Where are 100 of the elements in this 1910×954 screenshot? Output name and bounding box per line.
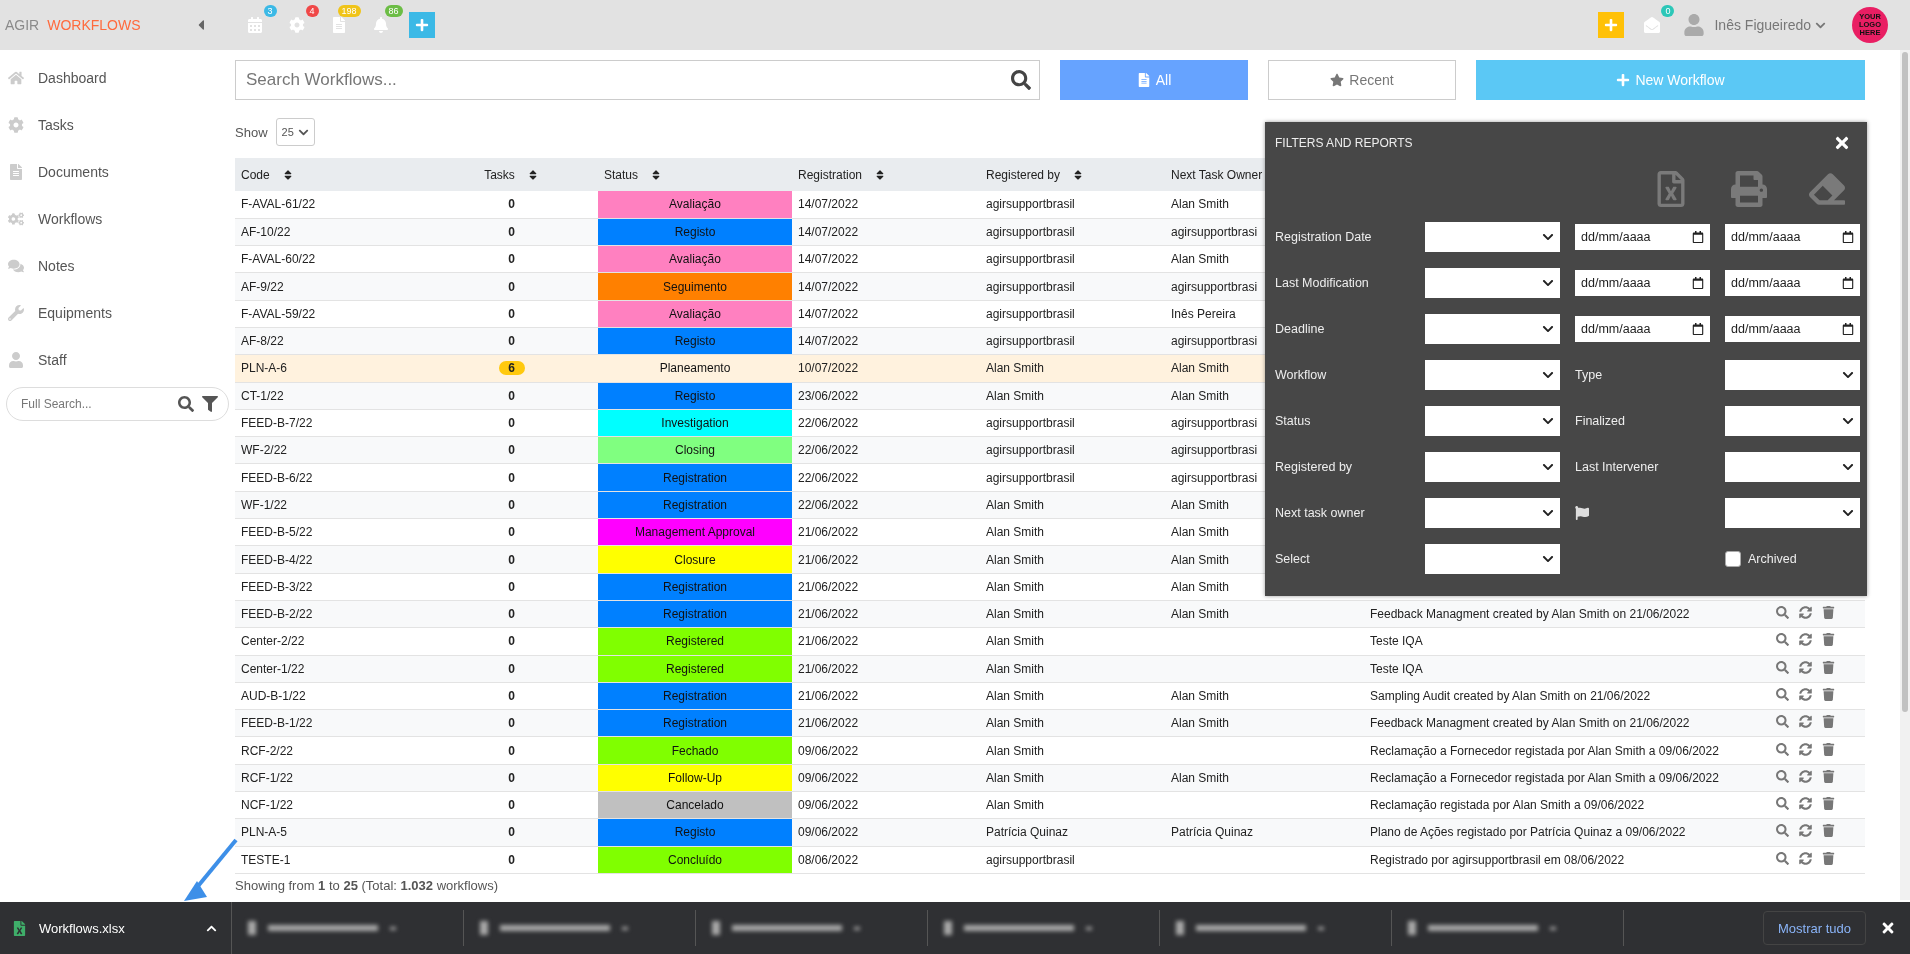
trash-icon[interactable]	[1822, 797, 1835, 811]
close-icon[interactable]	[1833, 134, 1851, 152]
download-file[interactable]: Workflows.xlsx	[39, 920, 194, 936]
page-size-select[interactable]: 25	[275, 118, 315, 146]
full-search-field[interactable]: Full Search...	[19, 396, 170, 412]
refresh-icon[interactable]	[1799, 824, 1812, 838]
select-field[interactable]	[1725, 497, 1860, 528]
column-header[interactable]: Next Task Owner	[1165, 158, 1265, 191]
trash-icon[interactable]	[1822, 715, 1835, 729]
select-field[interactable]	[1725, 359, 1860, 390]
speech-bubbles-icon	[8, 257, 24, 274]
trash-icon[interactable]	[1822, 606, 1835, 620]
task-count: 0	[507, 552, 516, 567]
refresh-icon[interactable]	[1799, 688, 1812, 701]
filter-label: Next task owner	[1275, 505, 1365, 520]
sidebar-item[interactable]: Workflows	[6, 195, 229, 242]
select-field[interactable]	[1425, 497, 1560, 528]
select-field[interactable]	[1425, 405, 1560, 436]
column-header[interactable]: Tasks	[425, 158, 598, 191]
status-cell: Fechado	[598, 736, 792, 765]
table-cell: F-AVAL-61/22	[235, 191, 425, 219]
search-bar[interactable]: Search Workflows...	[235, 60, 1040, 100]
view-tab[interactable]: Recent	[1268, 60, 1456, 100]
show-all-button[interactable]: Mostrar tudo	[1763, 911, 1866, 945]
table-cell: agirsupportbrasi	[1165, 436, 1265, 464]
user-name[interactable]: Inês Figueiredo	[1714, 17, 1811, 33]
select-field[interactable]	[1425, 451, 1560, 482]
table-cell: Reclamação a Fornecedor registada por Alan Smith a 09/06/2022	[1265, 736, 1770, 765]
refresh-icon[interactable]	[1799, 660, 1812, 674]
refresh-icon[interactable]	[1799, 715, 1812, 729]
trash-icon[interactable]	[1822, 633, 1835, 647]
status-cell: Registo	[598, 382, 792, 410]
table-cell: Center-2/22	[235, 627, 425, 656]
table-cell: 14/07/2022	[792, 272, 980, 301]
search-icon[interactable]	[1776, 824, 1789, 838]
search-icon[interactable]	[1776, 742, 1789, 756]
task-count: 0	[507, 525, 516, 540]
refresh-icon[interactable]	[1799, 851, 1812, 865]
search-icon[interactable]	[1776, 797, 1789, 811]
date-picker[interactable]: dd/mm/aaaa	[1725, 315, 1860, 342]
trash-icon[interactable]	[1822, 769, 1835, 783]
select-field[interactable]	[1725, 451, 1860, 482]
date-picker[interactable]: dd/mm/aaaa	[1575, 269, 1710, 296]
column-header[interactable]: Status	[598, 158, 792, 191]
table-cell: Feedback Managment created by Alan Smith on 21/06/2022	[1265, 709, 1770, 737]
select-field[interactable]	[1425, 313, 1560, 344]
refresh-icon[interactable]	[1799, 606, 1812, 620]
search-icon[interactable]	[1776, 715, 1789, 729]
printer-icon[interactable]	[1731, 171, 1767, 207]
search-icon[interactable]	[1776, 851, 1789, 865]
date-picker[interactable]: dd/mm/aaaa	[1575, 315, 1710, 342]
table-cell: Alan Smith	[1165, 491, 1265, 519]
task-count: 0	[507, 743, 516, 758]
refresh-icon[interactable]	[1799, 769, 1812, 783]
calendar-icon	[1842, 230, 1854, 243]
trash-icon[interactable]	[1822, 688, 1835, 701]
sidebar-item[interactable]: Dashboard	[6, 54, 229, 101]
select-field[interactable]	[1425, 267, 1560, 298]
column-header[interactable]: Registration	[792, 158, 980, 191]
column-header[interactable]: Registered by	[980, 158, 1165, 191]
trash-icon[interactable]	[1822, 851, 1835, 865]
trash-icon[interactable]	[1822, 742, 1835, 756]
trash-icon[interactable]	[1822, 824, 1835, 838]
date-picker[interactable]: dd/mm/aaaa	[1725, 223, 1860, 250]
sidebar-item[interactable]: Equipments	[6, 289, 229, 336]
search-icon[interactable]	[1776, 769, 1789, 783]
status-cell: Planeamento	[598, 354, 792, 383]
task-count: 0	[507, 388, 516, 403]
select-field[interactable]	[1725, 405, 1860, 436]
search-icon[interactable]	[1776, 688, 1789, 701]
search-icon[interactable]	[1776, 633, 1789, 647]
sidebar-item[interactable]: Documents	[6, 148, 229, 195]
refresh-icon[interactable]	[1799, 797, 1812, 811]
add-button[interactable]	[408, 12, 435, 38]
table-cell: 10/07/2022	[792, 354, 980, 383]
column-header[interactable]: Code	[235, 158, 425, 191]
table-cell: WF-2/22	[235, 436, 425, 464]
refresh-icon[interactable]	[1799, 742, 1812, 756]
table-cell: Sampling Audit created by Alan Smith on 21/06/2022	[1265, 682, 1770, 710]
date-picker[interactable]: dd/mm/aaaa	[1575, 223, 1710, 250]
archived-checkbox[interactable]: Archived	[1725, 550, 1860, 567]
sidebar-item[interactable]: Tasks	[6, 101, 229, 148]
select-field[interactable]	[1425, 359, 1560, 390]
date-picker[interactable]: dd/mm/aaaa	[1725, 269, 1860, 296]
search-icon[interactable]	[1776, 606, 1789, 620]
refresh-icon[interactable]	[1799, 633, 1812, 647]
select-field[interactable]	[1425, 221, 1560, 252]
search-icon[interactable]	[1776, 660, 1789, 674]
select-field[interactable]	[1425, 543, 1560, 574]
search-icon[interactable]	[178, 396, 194, 412]
eraser-icon[interactable]	[1809, 171, 1845, 207]
sidebar-item[interactable]: Notes	[6, 242, 229, 289]
filter-label: Finalized	[1575, 413, 1626, 428]
task-count: 0	[507, 443, 516, 458]
sidebar-item[interactable]: Staff	[6, 336, 229, 383]
plus-icon	[1616, 73, 1631, 87]
filter-icon[interactable]	[202, 396, 218, 412]
trash-icon[interactable]	[1822, 660, 1835, 674]
search-icon[interactable]	[1011, 70, 1031, 90]
close-icon[interactable]	[1880, 920, 1896, 936]
